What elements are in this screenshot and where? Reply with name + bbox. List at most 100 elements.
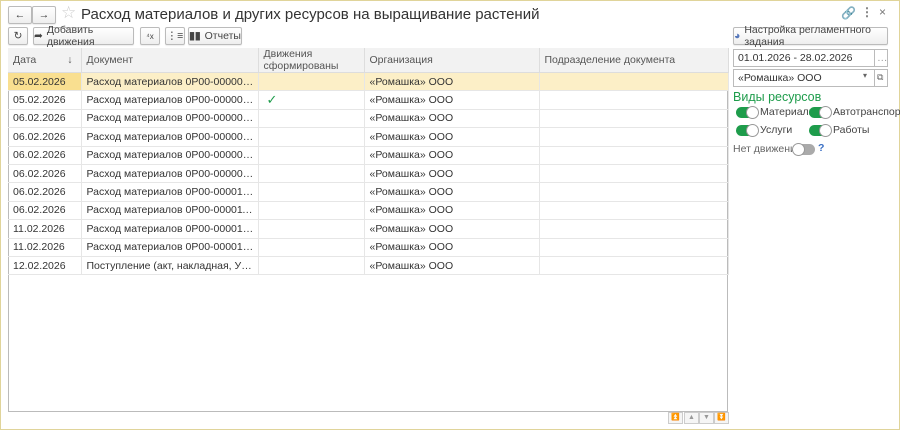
add-movements-button[interactable]: ➦ Добавить движения [33,24,134,48]
star-icon[interactable]: ☆ [61,3,76,23]
cell-document: Расход материалов 0Р00-000014 от 11.02..… [81,219,259,239]
forward-button[interactable]: → [32,6,56,24]
cell-date: 05.02.2026 [8,90,82,110]
cell-document: Расход материалов 0Р00-000009 от 06.02..… [81,164,259,184]
toggle-materials[interactable] [736,106,759,119]
period-select-button[interactable]: … [874,49,888,67]
help-icon[interactable]: ? [818,142,824,154]
scroll-bottom-button[interactable]: ⏬ [714,412,729,424]
cell-document: Расход материалов 0Р00-000006 от 05.02..… [81,72,259,92]
cell-date: 05.02.2026 [8,72,82,92]
column-date[interactable]: Дата ↓ [8,48,82,73]
table-row[interactable]: 06.02.2026 Расход материалов 0Р00-000008 … [8,146,729,165]
column-organization[interactable]: Организация [364,48,540,73]
column-department[interactable]: Подразделение документа [539,48,729,73]
table-row[interactable]: 06.02.2026 Расход материалов 0Р00-000003 … [8,109,729,129]
cell-movements: ✓ [258,90,365,110]
cell-movements [258,201,365,221]
table-row[interactable]: 12.02.2026 Поступление (акт, накладная, У… [8,256,729,276]
cell-department [539,182,729,202]
cell-date: 06.02.2026 [8,182,82,202]
resources-title: Виды ресурсов [733,90,822,104]
cell-organization: «Ромашка» ООО [364,109,540,129]
cell-organization: «Ромашка» ООО [364,164,540,184]
table-row[interactable]: 11.02.2026 Расход материалов 0Р00-000014 … [8,219,729,239]
link-icon[interactable]: 🔗 [841,6,856,20]
toggle-works-label: Работы [833,124,870,136]
toggle-transport-label: Автотранспорт [833,106,900,118]
cell-organization: «Ромашка» ООО [364,182,540,202]
cell-organization: «Ромашка» ООО [364,256,540,276]
cell-organization: «Ромашка» ООО [364,127,540,147]
more-icon[interactable]: ⋮ [861,5,873,19]
cell-department [539,238,729,257]
cell-date: 06.02.2026 [8,109,82,129]
cell-department [539,90,729,110]
reports-label: Отчеты [204,30,241,42]
cell-movements [258,182,365,202]
cell-movements [258,219,365,239]
table-row[interactable]: 06.02.2026 Расход материалов 0Р00-000011 … [8,201,729,221]
cell-date: 06.02.2026 [8,127,82,147]
arrow-left-icon: ← [14,9,26,21]
cell-movements [258,164,365,184]
refresh-button[interactable]: ↻ [8,27,28,45]
table-row[interactable]: 05.02.2026 Расход материалов 0Р00-000006 … [8,72,729,92]
open-organization-button[interactable]: ⧉ [874,69,888,87]
table-row[interactable]: 06.02.2026 Расход материалов 0Р00-000007 … [8,127,729,147]
schedule-settings-button[interactable]: ◕ Настройка регламентного задания [733,24,888,48]
organization-field[interactable]: «Ромашка» ООО [733,69,875,87]
cell-department [539,72,729,92]
toggle-no-movements[interactable] [792,143,815,156]
cell-department [539,256,729,276]
cell-department [539,146,729,165]
toggle-works[interactable] [809,124,832,137]
cell-document: Расход материалов 0Р00-000003 от 06.02..… [81,109,259,129]
cell-document: Расход материалов 0Р00-000010 от 06.02..… [81,182,259,202]
cell-movements [258,109,365,129]
table-row[interactable]: 06.02.2026 Расход материалов 0Р00-000010 … [8,182,729,202]
toggle-materials-label: Материалы [760,106,817,118]
cell-department [539,164,729,184]
back-button[interactable]: ← [8,6,32,24]
table-row[interactable]: 06.02.2026 Расход материалов 0Р00-000009 … [8,164,729,184]
cell-document: Расход материалов 0Р00-000013 от 11.02..… [81,238,259,257]
column-movements[interactable]: Движения сформированы [258,48,365,73]
cell-document: Расход материалов 0Р00-000011 от 06.02..… [81,201,259,221]
cell-date: 06.02.2026 [8,164,82,184]
sort-down-icon: ↓ [67,54,73,66]
cell-department [539,127,729,147]
close-icon[interactable]: × [879,5,886,19]
scroll-up-button[interactable]: ▲ [684,412,699,424]
cell-date: 11.02.2026 [8,219,82,239]
dropdown-icon[interactable]: ▾ [863,71,867,80]
reports-button[interactable]: ▮▮ Отчеты [188,27,242,45]
cell-document: Расход материалов 0Р00-000007 от 06.02..… [81,127,259,147]
toggle-services-label: Услуги [760,124,793,136]
cell-movements [258,256,365,276]
cell-organization: «Ромашка» ООО [364,146,540,165]
schedule-label: Настройка регламентного задания [744,24,871,48]
scroll-down-button[interactable]: ▼ [699,412,714,424]
cell-organization: «Ромашка» ООО [364,238,540,257]
table-row[interactable]: 11.02.2026 Расход материалов 0Р00-000013 … [8,238,729,257]
cell-document: Поступление (акт, накладная, УПД) 0Р00-.… [81,256,259,276]
table-row[interactable]: 05.02.2026 Расход материалов 0Р00-000005 … [8,90,729,110]
toggle-services[interactable] [736,124,759,137]
arrow-right-icon: → [38,9,50,21]
documents-table: Дата ↓ Документ Движения сформированы Орг… [8,48,729,276]
structure-button[interactable]: ⋮≡ [165,27,185,45]
cell-department [539,109,729,129]
clock-icon: ◕ [734,30,741,42]
period-field[interactable]: 01.01.2026 - 28.02.2026 [733,49,875,67]
column-document[interactable]: Документ [81,48,259,73]
toggle-transport[interactable] [809,106,832,119]
cell-movements [258,146,365,165]
cell-movements [258,238,365,257]
add-movements-label: Добавить движения [46,24,95,48]
cell-department [539,201,729,221]
scroll-top-button[interactable]: ⏫ [668,412,683,424]
bar-chart-icon: ▮▮ [189,30,201,42]
sort-button[interactable]: ⁴x [140,27,160,45]
sort-icon: ⁴x [146,31,154,41]
